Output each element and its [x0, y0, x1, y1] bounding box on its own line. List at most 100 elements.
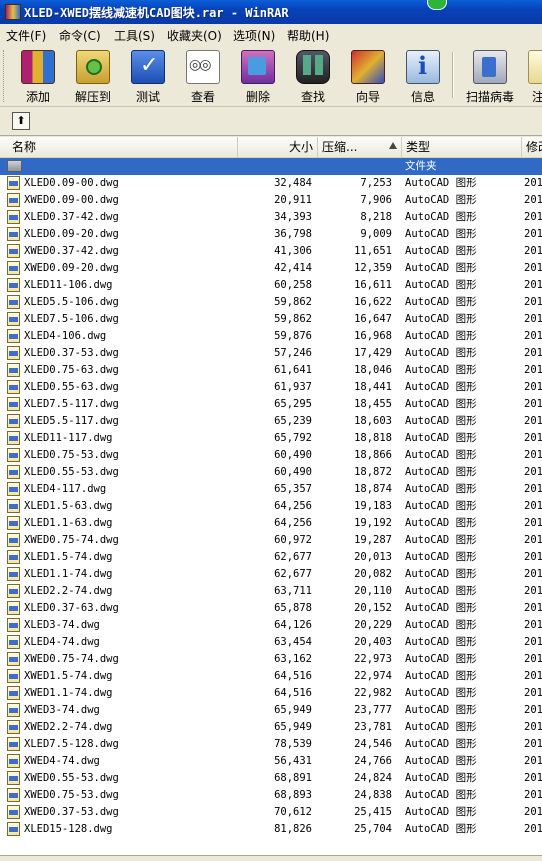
- virus-scan-button[interactable]: 扫描病毒: [461, 48, 519, 104]
- file-type: AutoCAD 图形: [405, 432, 477, 444]
- file-row[interactable]: XWED0.75-53.dwg 68,893 24,838 AutoCAD 图形 201: [0, 787, 542, 804]
- file-size: 63,711: [274, 585, 312, 597]
- up-folder-button[interactable]: ⬆: [12, 112, 30, 130]
- file-row[interactable]: XLED0.75-53.dwg 60,490 18,866 AutoCAD 图形 201: [0, 447, 542, 464]
- menu-commands[interactable]: 命令(C): [59, 27, 101, 44]
- column-type[interactable]: 类型: [402, 137, 522, 157]
- file-row[interactable]: XLED4-106.dwg 59,876 16,968 AutoCAD 图形 201: [0, 328, 542, 345]
- file-row[interactable]: XLED0.37-63.dwg 65,878 20,152 AutoCAD 图形 201: [0, 600, 542, 617]
- column-size[interactable]: 大小: [238, 137, 318, 157]
- dwg-file-icon: [7, 414, 20, 428]
- file-packed-size: 25,415: [354, 806, 392, 818]
- column-modified[interactable]: 修改: [522, 137, 542, 157]
- file-size: 64,256: [274, 517, 312, 529]
- file-packed-size: 18,603: [354, 415, 392, 427]
- file-row[interactable]: XWED1.1-74.dwg 64,516 22,982 AutoCAD 图形 201: [0, 685, 542, 702]
- file-size: 65,949: [274, 704, 312, 716]
- dwg-file-icon: [7, 193, 20, 207]
- file-type: AutoCAD 图形: [405, 177, 477, 189]
- extract-to-button[interactable]: 解压到: [66, 48, 120, 104]
- dwg-file-icon: [7, 652, 20, 666]
- comment-button[interactable]: 注: [524, 48, 542, 104]
- file-row[interactable]: XWED4-74.dwg 56,431 24,766 AutoCAD 图形 201: [0, 753, 542, 770]
- file-row[interactable]: XWED0.37-53.dwg 70,612 25,415 AutoCAD 图形 201: [0, 804, 542, 821]
- file-row[interactable]: XLED5.5-106.dwg 59,862 16,622 AutoCAD 图形 201: [0, 294, 542, 311]
- file-row[interactable]: XLED0.55-53.dwg 60,490 18,872 AutoCAD 图形 201: [0, 464, 542, 481]
- menu-help[interactable]: 帮助(H): [287, 27, 329, 44]
- file-row[interactable]: XLED1.5-63.dwg 64,256 19,183 AutoCAD 图形 201: [0, 498, 542, 515]
- file-row[interactable]: XLED0.37-42.dwg 34,393 8,218 AutoCAD 图形 201: [0, 209, 542, 226]
- file-type: AutoCAD 图形: [405, 245, 477, 257]
- dwg-file-icon: [7, 788, 20, 802]
- file-row[interactable]: XLED0.09-20.dwg 36,798 9,009 AutoCAD 图形 201: [0, 226, 542, 243]
- toolbar-grip[interactable]: [3, 50, 7, 102]
- file-type: AutoCAD 图形: [405, 228, 477, 240]
- info-button[interactable]: 信息: [396, 48, 450, 104]
- file-modified: 201: [524, 364, 542, 376]
- file-row[interactable]: XLED0.75-63.dwg 61,641 18,046 AutoCAD 图形 201: [0, 362, 542, 379]
- file-row[interactable]: XLED1.5-74.dwg 62,677 20,013 AutoCAD 图形 201: [0, 549, 542, 566]
- file-row[interactable]: XLED11-106.dwg 60,258 16,611 AutoCAD 图形 201: [0, 277, 542, 294]
- column-name[interactable]: 名称: [0, 137, 238, 157]
- file-type: AutoCAD 图形: [405, 483, 477, 495]
- menu-tools[interactable]: 工具(S): [114, 27, 155, 44]
- dwg-file-icon: [7, 669, 20, 683]
- delete-button[interactable]: 删除: [231, 48, 285, 104]
- comment-label: 注: [532, 90, 542, 104]
- column-packed[interactable]: 压缩...: [318, 137, 402, 157]
- file-row[interactable]: XWED3-74.dwg 65,949 23,777 AutoCAD 图形 201: [0, 702, 542, 719]
- find-button[interactable]: 查找: [286, 48, 340, 104]
- file-size: 68,893: [274, 789, 312, 801]
- file-row[interactable]: XLED15-128.dwg 81,826 25,704 AutoCAD 图形 201: [0, 821, 542, 838]
- file-row[interactable]: XLED11-117.dwg 65,792 18,818 AutoCAD 图形 201: [0, 430, 542, 447]
- dwg-file-icon: [7, 737, 20, 751]
- wizard-button[interactable]: 向导: [341, 48, 395, 104]
- folder-up-row[interactable]: 文件夹: [0, 158, 542, 175]
- file-packed-size: 16,968: [354, 330, 392, 342]
- file-name: XWED3-74.dwg: [24, 704, 100, 716]
- file-row[interactable]: XWED0.37-42.dwg 41,306 11,651 AutoCAD 图形 201: [0, 243, 542, 260]
- file-row[interactable]: XLED3-74.dwg 64,126 20,229 AutoCAD 图形 201: [0, 617, 542, 634]
- file-size: 63,454: [274, 636, 312, 648]
- file-row[interactable]: XLED0.55-63.dwg 61,937 18,441 AutoCAD 图形 201: [0, 379, 542, 396]
- file-row[interactable]: XLED1.1-63.dwg 64,256 19,192 AutoCAD 图形 201: [0, 515, 542, 532]
- file-row[interactable]: XWED0.09-00.dwg 20,911 7,906 AutoCAD 图形 201: [0, 192, 542, 209]
- file-list[interactable]: 名称 大小 压缩... 类型 修改 文件夹 XLED0.09-00.dwg 32,…: [0, 137, 542, 855]
- file-row[interactable]: XLED7.5-117.dwg 65,295 18,455 AutoCAD 图形 201: [0, 396, 542, 413]
- file-row[interactable]: XLED4-74.dwg 63,454 20,403 AutoCAD 图形 201: [0, 634, 542, 651]
- menu-options[interactable]: 选项(N): [233, 27, 275, 44]
- add-button[interactable]: 添加: [11, 48, 65, 104]
- file-type: AutoCAD 图形: [405, 500, 477, 512]
- file-row[interactable]: XLED5.5-117.dwg 65,239 18,603 AutoCAD 图形 201: [0, 413, 542, 430]
- file-row[interactable]: XWED0.75-74.dwg 60,972 19,287 AutoCAD 图形 201: [0, 532, 542, 549]
- dwg-file-icon: [7, 312, 20, 326]
- file-modified: 201: [524, 449, 542, 461]
- file-packed-size: 23,777: [354, 704, 392, 716]
- file-type: AutoCAD 图形: [405, 398, 477, 410]
- menu-favorites[interactable]: 收藏夹(O): [167, 27, 222, 44]
- file-modified: 201: [524, 347, 542, 359]
- file-row[interactable]: XLED7.5-128.dwg 78,539 24,546 AutoCAD 图形 201: [0, 736, 542, 753]
- file-row[interactable]: XWED2.2-74.dwg 65,949 23,781 AutoCAD 图形 201: [0, 719, 542, 736]
- file-row[interactable]: XWED0.75-74.dwg 63,162 22,973 AutoCAD 图形 201: [0, 651, 542, 668]
- file-row[interactable]: XLED0.37-53.dwg 57,246 17,429 AutoCAD 图形 201: [0, 345, 542, 362]
- file-packed-size: 7,253: [360, 177, 392, 189]
- file-name: XLED4-106.dwg: [24, 330, 107, 342]
- file-packed-size: 16,611: [354, 279, 392, 291]
- file-row[interactable]: XWED0.55-53.dwg 68,891 24,824 AutoCAD 图形 201: [0, 770, 542, 787]
- winrar-app-icon[interactable]: [5, 4, 21, 20]
- test-button[interactable]: 测试: [121, 48, 175, 104]
- file-row[interactable]: XLED4-117.dwg 65,357 18,874 AutoCAD 图形 201: [0, 481, 542, 498]
- file-packed-size: 25,704: [354, 823, 392, 835]
- file-type: AutoCAD 图形: [405, 517, 477, 529]
- file-row[interactable]: XLED7.5-106.dwg 59,862 16,647 AutoCAD 图形 201: [0, 311, 542, 328]
- window-control-button[interactable]: [427, 0, 447, 10]
- menu-file[interactable]: 文件(F): [6, 27, 46, 44]
- file-row[interactable]: XWED0.09-20.dwg 42,414 12,359 AutoCAD 图形 201: [0, 260, 542, 277]
- file-row[interactable]: XWED1.5-74.dwg 64,516 22,974 AutoCAD 图形 201: [0, 668, 542, 685]
- view-button[interactable]: 查看: [176, 48, 230, 104]
- file-row[interactable]: XLED0.09-00.dwg 32,484 7,253 AutoCAD 图形 201: [0, 175, 542, 192]
- dwg-file-icon: [7, 550, 20, 564]
- file-row[interactable]: XLED1.1-74.dwg 62,677 20,082 AutoCAD 图形 201: [0, 566, 542, 583]
- file-row[interactable]: XLED2.2-74.dwg 63,711 20,110 AutoCAD 图形 201: [0, 583, 542, 600]
